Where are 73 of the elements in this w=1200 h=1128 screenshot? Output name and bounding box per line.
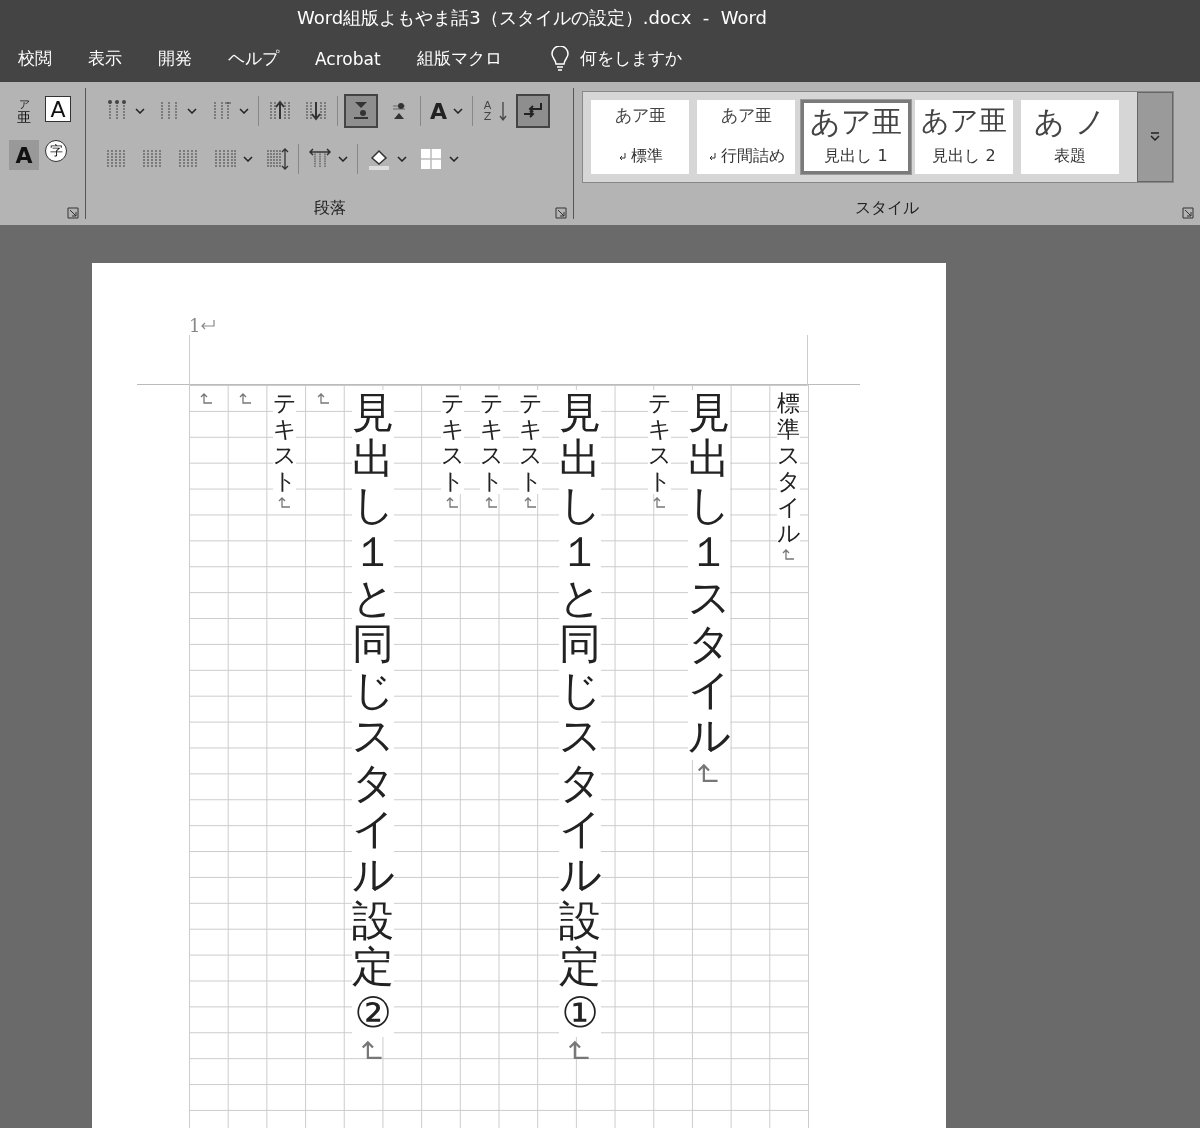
caret-icon bbox=[449, 156, 459, 162]
vertical-text: テキスト bbox=[480, 390, 503, 494]
style-name: 行間詰め bbox=[720, 146, 785, 167]
paragraph-mark-icon bbox=[200, 319, 217, 331]
paragraph-mark-icon bbox=[199, 392, 214, 406]
style-preview: あア亜 bbox=[614, 107, 666, 124]
paragraph-mark-icon bbox=[277, 495, 292, 510]
character-border-button[interactable]: A bbox=[45, 96, 71, 122]
more-styles-button[interactable] bbox=[1137, 92, 1173, 182]
paint-bucket-icon bbox=[367, 147, 391, 171]
line-spacing-icon bbox=[265, 147, 289, 171]
caret-icon bbox=[453, 108, 464, 114]
caret-icon bbox=[338, 156, 348, 162]
down-arrow-icon bbox=[499, 100, 508, 122]
ribbon-tab[interactable]: Acrobat bbox=[315, 48, 381, 69]
style-name: 表題 bbox=[1054, 146, 1086, 167]
style-preview: あア亜 bbox=[720, 107, 772, 124]
vertical-text: テキスト bbox=[519, 390, 542, 494]
ribbon-tab[interactable]: 開発 bbox=[158, 47, 192, 70]
tell-me-field[interactable]: 何をしますか bbox=[579, 47, 682, 70]
sort-button[interactable]: AZ bbox=[479, 94, 511, 128]
caret-icon bbox=[243, 156, 253, 162]
style-name: 標準 bbox=[630, 146, 663, 167]
style-preview: あ ノ bbox=[1034, 107, 1106, 137]
vertical-heading: 見出し１スタイル bbox=[688, 390, 730, 760]
paragraph-mark-icon bbox=[316, 392, 331, 406]
ribbon-tab[interactable]: 校閲 bbox=[18, 47, 52, 70]
header-page-number: 1 bbox=[189, 314, 201, 336]
style-item[interactable]: あア亜 見出し 1 bbox=[801, 100, 911, 174]
style-name: 見出し 1 bbox=[824, 146, 888, 167]
style-item[interactable]: あ ノ 表題 bbox=[1021, 100, 1119, 174]
expand-icon bbox=[1149, 132, 1161, 142]
caret-icon bbox=[135, 108, 145, 114]
ribbon-tab[interactable]: 表示 bbox=[88, 47, 122, 70]
vertical-text: テキスト bbox=[648, 390, 671, 494]
paragraph-mark-icon bbox=[617, 152, 627, 161]
paragraph-mark-icon bbox=[523, 495, 538, 510]
caret-icon bbox=[239, 108, 249, 114]
vertical-text: 標準スタイル bbox=[777, 390, 800, 546]
caret-icon bbox=[187, 108, 197, 114]
dialog-launcher-icon[interactable] bbox=[555, 207, 567, 219]
style-name: 見出し 2 bbox=[932, 146, 996, 167]
style-preview: あア亜 bbox=[921, 107, 1007, 135]
vertical-text: テキスト bbox=[441, 390, 464, 494]
borders-icon bbox=[419, 147, 443, 171]
group-label: スタイル bbox=[855, 198, 919, 219]
window-title: Word組版よもやま話3（スタイルの設定）.docx - Word bbox=[296, 5, 768, 30]
ribbon-tab[interactable]: ヘルプ bbox=[228, 47, 279, 70]
vertical-heading: 見出し１と同じスタイル設定① bbox=[559, 390, 601, 1037]
paragraph-mark-icon bbox=[652, 495, 667, 510]
paragraph-mark-icon bbox=[707, 152, 717, 161]
paragraph-mark-icon bbox=[484, 495, 499, 510]
paragraph-mark-icon bbox=[445, 495, 460, 510]
text-direction-button[interactable]: A bbox=[427, 94, 467, 128]
caret-icon bbox=[397, 156, 407, 162]
character-shading-button[interactable]: A bbox=[9, 140, 39, 170]
vertical-heading: 見出し１と同じスタイル設定② bbox=[352, 390, 394, 1037]
style-item[interactable]: あア亜 行間詰め bbox=[697, 100, 795, 174]
style-item[interactable]: あア亜 標準 bbox=[591, 100, 689, 174]
paragraph-mark-icon bbox=[238, 392, 253, 406]
style-item[interactable]: あア亜 見出し 2 bbox=[915, 100, 1013, 174]
phonetic-guide-button[interactable]: ア 亜 bbox=[9, 96, 39, 126]
increase-indent-icon bbox=[304, 99, 328, 123]
return-arrow-button[interactable] bbox=[516, 94, 551, 128]
dialog-launcher-icon[interactable] bbox=[1182, 207, 1194, 219]
vertical-align-button[interactable] bbox=[344, 94, 378, 128]
ribbon-tab[interactable]: 組版マクロ bbox=[416, 47, 502, 70]
enclose-characters-button[interactable]: 字 bbox=[45, 140, 67, 162]
paragraph-mark-icon bbox=[781, 547, 796, 562]
group-label: 段落 bbox=[313, 198, 346, 219]
dialog-launcher-icon[interactable] bbox=[67, 207, 79, 219]
style-preview: あア亜 bbox=[810, 107, 902, 137]
lightbulb-icon[interactable] bbox=[549, 45, 570, 72]
